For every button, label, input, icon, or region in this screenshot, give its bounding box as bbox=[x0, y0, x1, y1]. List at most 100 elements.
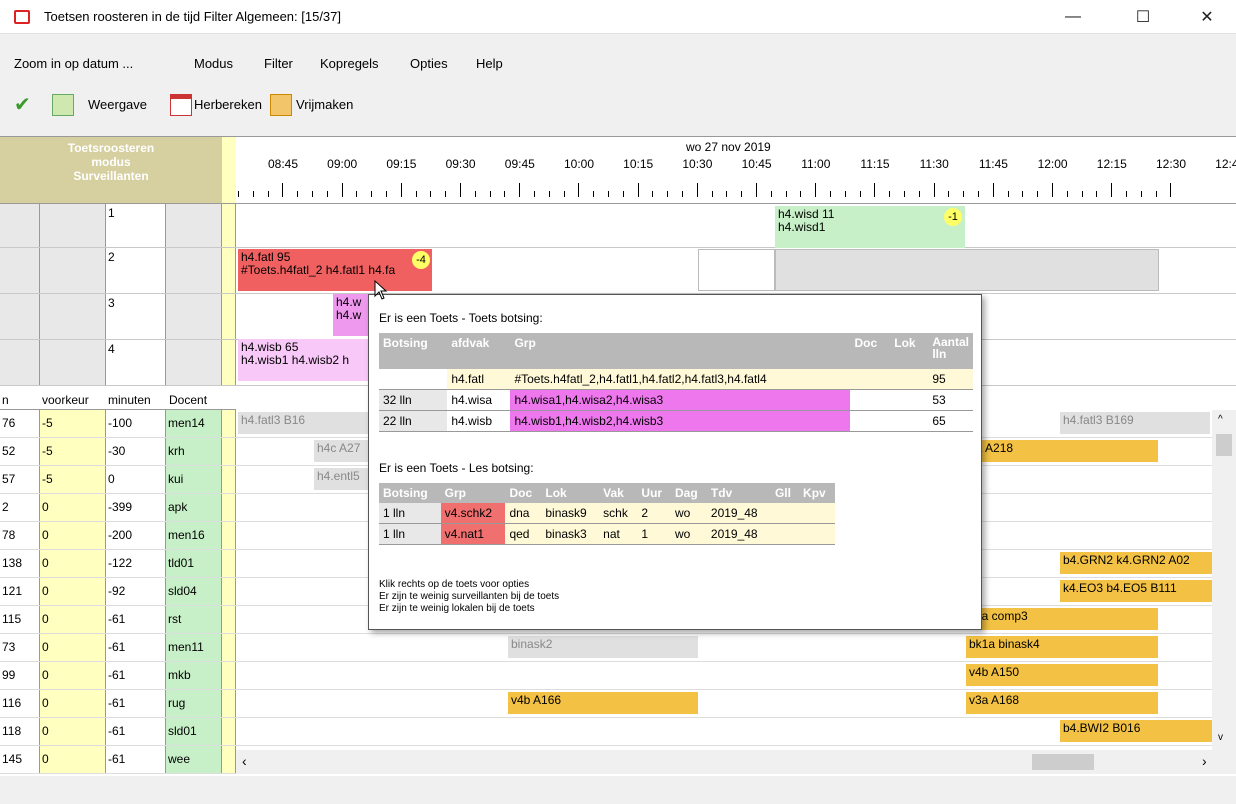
maximize-button[interactable]: ☐ bbox=[1120, 0, 1166, 34]
cell: h4.wisb1,h4.wisb2,h4.wisb3 bbox=[510, 410, 851, 432]
time-label: 11:45 bbox=[978, 157, 1008, 171]
title-bar: Toetsen roosteren in de tijd Filter Alge… bbox=[0, 0, 1236, 34]
row-m: -61 bbox=[106, 662, 166, 690]
time-label: 11:30 bbox=[919, 157, 949, 171]
menu-help[interactable]: Help bbox=[476, 56, 503, 71]
scroll-right-icon[interactable]: › bbox=[1202, 753, 1207, 769]
scroll-left-icon[interactable]: ‹ bbox=[242, 753, 247, 769]
row-v: 0 bbox=[40, 746, 106, 774]
weergave-button[interactable]: Weergave bbox=[88, 97, 147, 112]
row-block[interactable]: h4c A27 bbox=[314, 440, 368, 462]
row-block[interactable]: 3a A218 bbox=[966, 440, 1158, 462]
minimize-button[interactable]: — bbox=[1050, 0, 1096, 34]
popup-title-toets: Er is een Toets - Toets botsing: bbox=[379, 311, 543, 325]
row-block[interactable]: b4.BWI2 B016 bbox=[1060, 720, 1212, 742]
popup-note: Klik rechts op de toets voor opties bbox=[379, 579, 530, 590]
cell: 1 bbox=[637, 523, 671, 545]
slot-cell bbox=[222, 294, 236, 340]
row-block[interactable]: bk1a binask4 bbox=[966, 636, 1158, 658]
house-icon[interactable] bbox=[270, 94, 292, 116]
row-d: rst bbox=[166, 606, 222, 634]
herbereken-button[interactable]: Herbereken bbox=[194, 97, 262, 112]
row-v: 0 bbox=[40, 634, 106, 662]
row-block[interactable]: h4.entl5 bbox=[314, 468, 368, 490]
row-m: -122 bbox=[106, 550, 166, 578]
tick-mark bbox=[1007, 191, 1009, 197]
tick-mark bbox=[726, 191, 728, 197]
menu-filter[interactable]: Filter bbox=[264, 56, 293, 71]
row-n: 2 bbox=[0, 494, 40, 522]
tick-mark bbox=[1170, 183, 1172, 197]
tick-mark bbox=[445, 191, 447, 197]
tick-mark bbox=[563, 191, 565, 197]
slot-cell bbox=[40, 248, 106, 294]
menu-zoom[interactable]: Zoom in op datum ... bbox=[14, 56, 133, 71]
block-wisb[interactable]: h4.wisb 65 h4.wisb1 h4.wisb2 h bbox=[238, 339, 372, 381]
block-wisa[interactable]: h4.w h4.w bbox=[333, 294, 373, 336]
row-block[interactable]: h4.fatl3 B169 bbox=[1060, 412, 1210, 434]
th-botsing: Botsing bbox=[379, 333, 448, 369]
menu-modus[interactable]: Modus bbox=[194, 56, 233, 71]
row-block[interactable]: binask2 bbox=[508, 636, 698, 658]
tick-mark bbox=[460, 183, 461, 197]
th: Grp bbox=[440, 483, 506, 503]
vrijmaken-button[interactable]: Vrijmaken bbox=[296, 97, 353, 112]
cell bbox=[890, 389, 929, 411]
row-m: -61 bbox=[106, 718, 166, 746]
tick-mark bbox=[904, 191, 905, 197]
row-spacer bbox=[222, 550, 236, 578]
row-m: -61 bbox=[106, 690, 166, 718]
scroll-thumb[interactable] bbox=[1032, 754, 1094, 770]
row-block[interactable]: h4.fatl3 B16 bbox=[238, 412, 368, 434]
scroll-thumb[interactable] bbox=[1216, 434, 1232, 456]
checkmark-icon[interactable]: ✔ bbox=[14, 94, 36, 116]
row-block[interactable]: b4.GRN2 k4.GRN2 A02 bbox=[1060, 552, 1212, 574]
row-v: -5 bbox=[40, 410, 106, 438]
time-label: 09:00 bbox=[327, 157, 358, 171]
tick-mark bbox=[741, 191, 743, 197]
timeline-header: wo 27 nov 2019 08:45 09:00 09:15 09:30 09:45… bbox=[236, 137, 1236, 203]
row-d: men11 bbox=[166, 634, 222, 662]
tick-mark bbox=[578, 183, 580, 197]
row-m: -61 bbox=[106, 746, 166, 774]
menu-kopregels[interactable]: Kopregels bbox=[320, 56, 379, 71]
scroll-up-icon[interactable]: ^ bbox=[1218, 414, 1223, 425]
vertical-scrollbar[interactable]: ^ v bbox=[1212, 410, 1236, 750]
cell: 22 lln bbox=[379, 410, 448, 432]
th: Tdv bbox=[706, 483, 771, 503]
mouse-cursor-icon bbox=[374, 280, 388, 300]
slot-number: 1 bbox=[106, 204, 166, 248]
row-d: mkb bbox=[166, 662, 222, 690]
close-button[interactable]: ✕ bbox=[1184, 0, 1230, 34]
scroll-down-icon[interactable]: v bbox=[1218, 732, 1223, 743]
tick-mark bbox=[474, 191, 476, 197]
column-header-row: n voorkeur minuten Docent bbox=[0, 390, 236, 410]
row-block[interactable]: k4.EO3 b4.EO5 B111 bbox=[1060, 580, 1212, 602]
row-spacer bbox=[222, 438, 236, 466]
cell bbox=[770, 503, 800, 524]
row-block[interactable]: v1a comp3 bbox=[966, 608, 1158, 630]
calendar-refresh-icon[interactable] bbox=[170, 94, 192, 116]
row-spacer bbox=[222, 410, 236, 438]
row-v: 0 bbox=[40, 522, 106, 550]
row-block[interactable]: v4b A166 bbox=[508, 692, 698, 714]
horizontal-scrollbar[interactable]: ‹ › bbox=[236, 750, 1236, 774]
table-row: h4.fatl #Toets.h4fatl_2,h4.fatl1,h4.fatl… bbox=[379, 369, 973, 390]
row-m: -61 bbox=[106, 634, 166, 662]
row-v: 0 bbox=[40, 578, 106, 606]
mode-line1: Toetsroosteren bbox=[67, 141, 155, 155]
menu-opties[interactable]: Opties bbox=[410, 56, 448, 71]
row-block[interactable]: v3a A168 bbox=[966, 692, 1158, 714]
block-fatl[interactable]: h4.fatl 95 #Toets.h4fatl_2 h4.fatl1 h4.f… bbox=[238, 249, 432, 291]
tick-mark bbox=[844, 191, 846, 197]
row-block[interactable]: v4b A150 bbox=[966, 664, 1158, 686]
tick-mark bbox=[785, 191, 787, 197]
cell: 2019_48 bbox=[706, 523, 771, 545]
block-wisd[interactable]: h4.wisd 11 h4.wisd1 bbox=[775, 206, 965, 248]
weergave-icon[interactable] bbox=[52, 94, 74, 116]
cell: #Toets.h4fatl_2,h4.fatl1,h4.fatl2,h4.fat… bbox=[510, 369, 851, 390]
time-label: 10:15 bbox=[623, 157, 654, 171]
slot-cell bbox=[0, 340, 40, 386]
mode-line2: modus bbox=[91, 155, 131, 169]
row-n: 115 bbox=[0, 606, 40, 634]
